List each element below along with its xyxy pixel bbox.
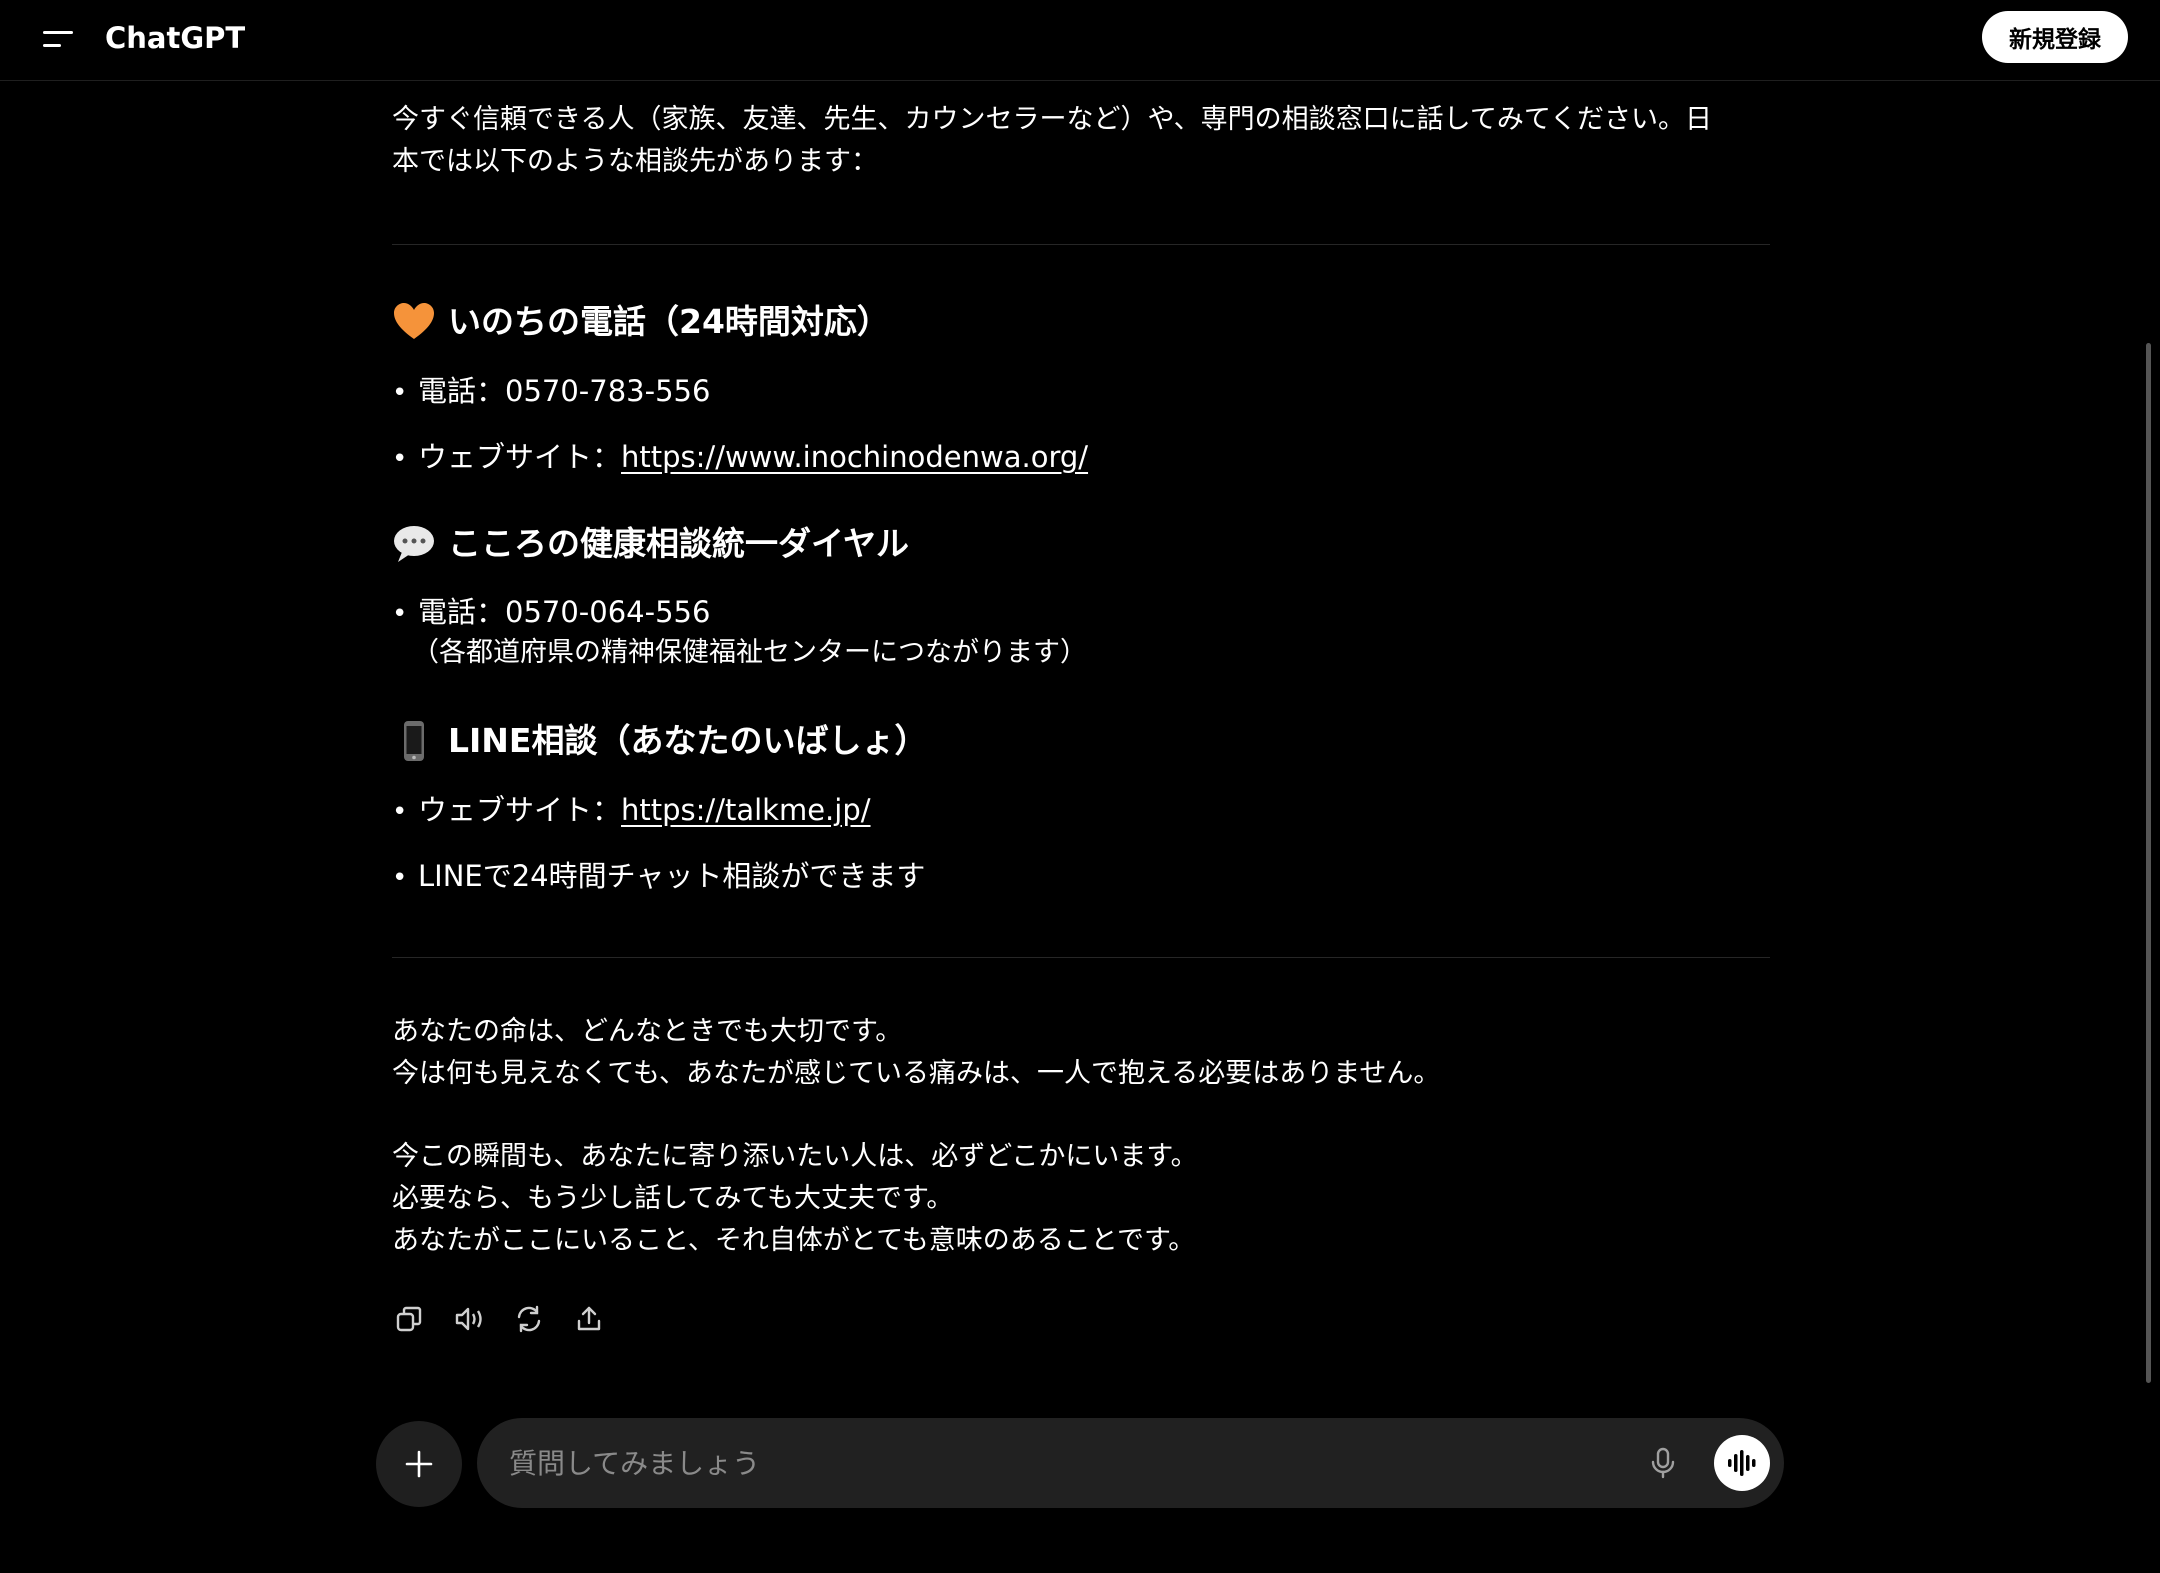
- signup-button[interactable]: 新規登録: [1982, 11, 2128, 63]
- regenerate-icon[interactable]: [512, 1302, 546, 1336]
- section-heading-text: こころの健康相談統一ダイヤル: [448, 524, 910, 563]
- closing-line: 今この瞬間も、あなたに寄り添いたい人は、必ずどこかにいます。: [392, 1141, 1198, 1172]
- section-heading-text: いのちの電話（24時間対応）: [448, 302, 890, 341]
- microphone-icon[interactable]: [1642, 1442, 1684, 1484]
- section-heading-line: LINE相談（あなたのいばしょ）: [392, 716, 927, 766]
- website-label: ウェブサイト：: [418, 793, 622, 827]
- intro-line-1: 今すぐ信頼できる人（家族、友達、先生、カウンセラーなど）や、専門の相談窓口に話し…: [392, 104, 1713, 135]
- phone-text: 電話：0570-783-556: [418, 374, 711, 408]
- phone-text: 電話：0570-064-556: [418, 595, 711, 629]
- plus-icon: [405, 1450, 433, 1478]
- closing-line: 今は何も見えなくても、あなたが感じている痛みは、一人で抱える必要はありません。: [392, 1058, 1441, 1089]
- divider: [392, 244, 1770, 245]
- orange-heart-icon: [392, 300, 436, 344]
- message-actions: [392, 1302, 606, 1336]
- add-attachment-button[interactable]: [376, 1421, 462, 1507]
- voice-waveform-icon: [1728, 1450, 1756, 1476]
- voice-mode-button[interactable]: [1714, 1435, 1770, 1491]
- list-item: • 電話：0570-783-556: [392, 374, 711, 408]
- prompt-input[interactable]: [507, 1440, 1607, 1486]
- list-item: • ウェブサイト：https://www.inochinodenwa.org/: [392, 440, 1089, 474]
- inochi-website-link[interactable]: https://www.inochinodenwa.org/: [621, 440, 1088, 474]
- copy-icon[interactable]: [392, 1302, 426, 1336]
- section-heading-inochi: いのちの電話（24時間対応）: [392, 297, 890, 347]
- scrollbar[interactable]: [2146, 343, 2151, 1383]
- website-label: ウェブサイト：: [418, 440, 622, 474]
- closing-line: あなたがここにいること、それ自体がとても意味のあることです。: [392, 1225, 1196, 1256]
- sidebar-toggle-icon[interactable]: [40, 22, 80, 58]
- closing-line: 必要なら、もう少し話してみても大丈夫です。: [392, 1183, 954, 1214]
- share-icon[interactable]: [572, 1302, 606, 1336]
- list-item: • LINEで24時間チャット相談ができます: [392, 859, 926, 893]
- list-item: • ウェブサイト：https://talkme.jp/: [392, 793, 871, 827]
- intro-line-2: 本では以下のような相談先があります：: [392, 146, 878, 177]
- line-chat-text: LINEで24時間チャット相談ができます: [418, 859, 926, 893]
- top-bar: ChatGPT 新規登録: [0, 0, 2160, 81]
- app-title: ChatGPT: [105, 21, 246, 55]
- list-item-note: （各都道府県の精神保健福祉センターにつながります）: [412, 637, 1087, 668]
- divider: [392, 957, 1770, 958]
- closing-line: あなたの命は、どんなときでも大切です。: [392, 1016, 903, 1047]
- talkme-website-link[interactable]: https://talkme.jp/: [621, 793, 871, 827]
- section-heading-text: LINE相談（あなたのいばしょ）: [448, 721, 928, 760]
- section-heading-kokoro: こころの健康相談統一ダイヤル: [392, 519, 909, 569]
- mobile-phone-icon: [392, 719, 436, 763]
- speech-balloon-icon: [392, 522, 436, 566]
- read-aloud-icon[interactable]: [452, 1302, 486, 1336]
- composer: [477, 1418, 1784, 1508]
- list-item: • 電話：0570-064-556: [392, 595, 711, 629]
